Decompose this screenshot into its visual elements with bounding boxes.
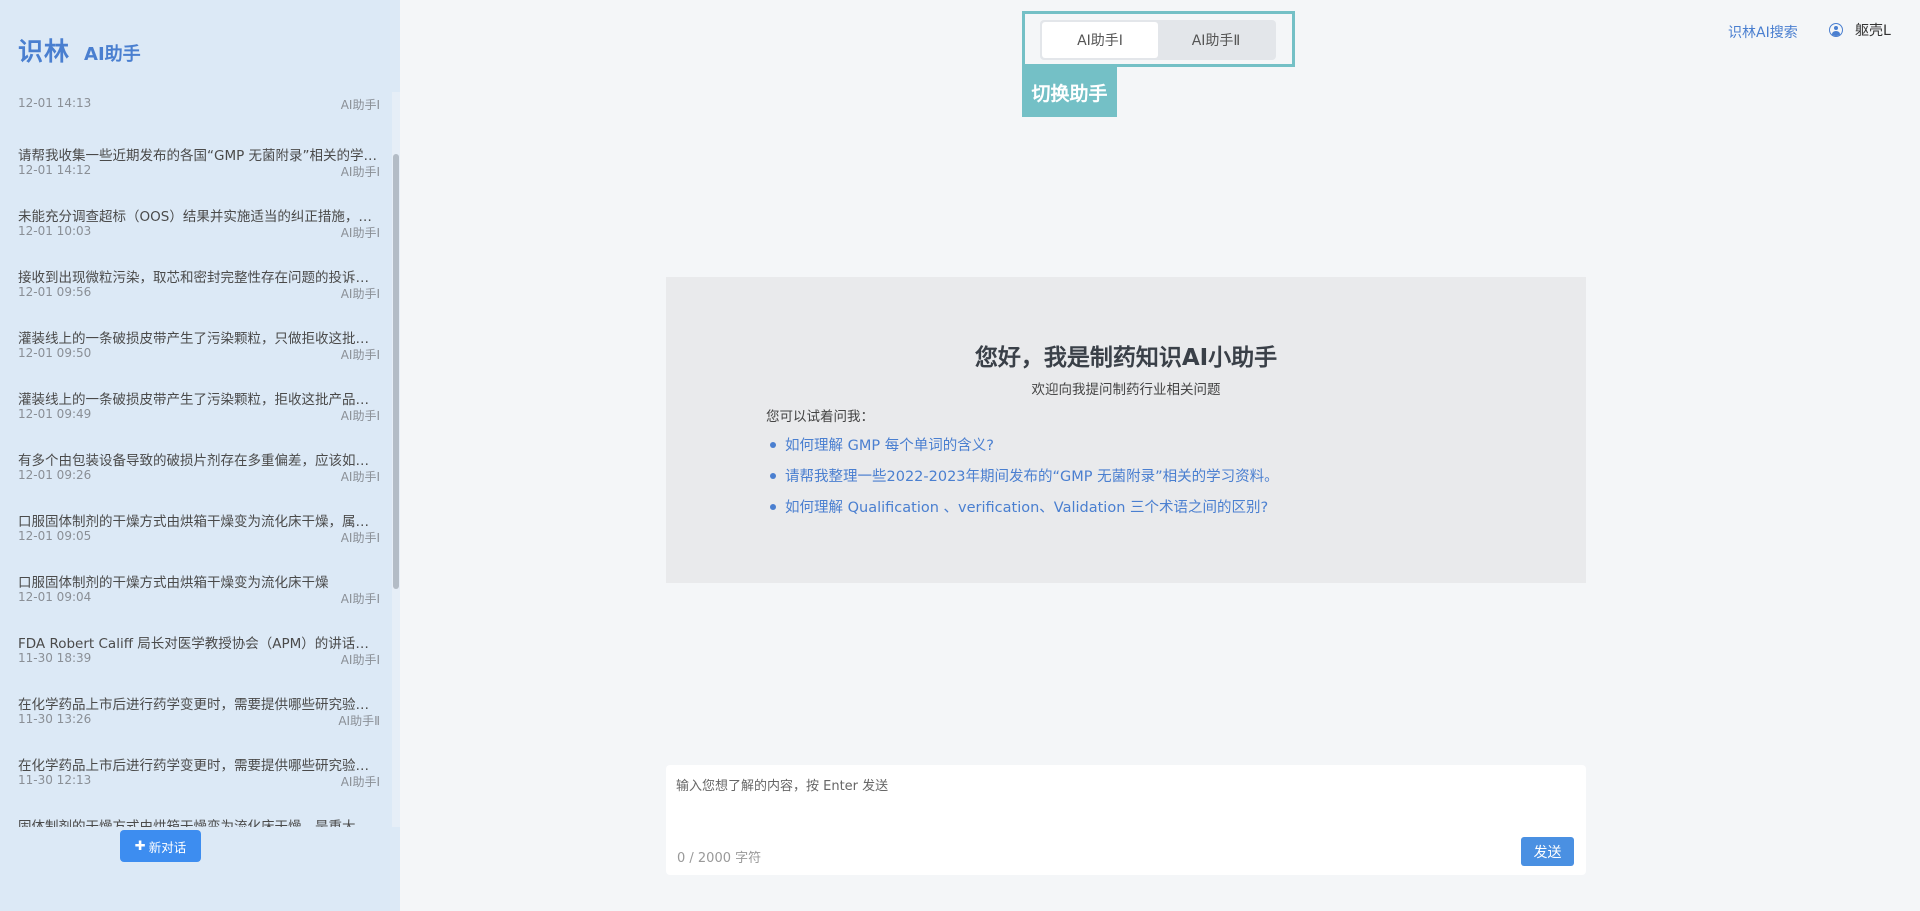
conversation-item[interactable]: 请帮我收集一些近期发布的各国“GMP 无菌附录”相关的学习资料 12-01 14… xyxy=(0,131,392,192)
switcher-annotation-label: 切换助手 xyxy=(1022,67,1117,117)
conversation-title: 在化学药品上市后进行药学变更时，需要提供哪些研究验证资料 xyxy=(18,758,380,774)
bullet-icon xyxy=(770,503,776,510)
username: 躯壳L xyxy=(1855,23,1891,39)
conversation-time: 12-01 14:13 xyxy=(18,96,92,110)
tab-assistant-1[interactable]: AI助手Ⅰ xyxy=(1042,22,1158,58)
conversation-item[interactable]: 口服固体制剂的干燥方式由烘箱干燥变为流化床干燥 12-01 09:04 AI助手… xyxy=(0,558,392,619)
conversation-assistant-tag: AI助手Ⅰ xyxy=(340,775,380,789)
conversation-time: 11-30 18:39 xyxy=(18,651,92,665)
welcome-card: 您好，我是制药知识AI小助手 欢迎向我提问制药行业相关问题 您可以试着问我： 如… xyxy=(666,277,1586,583)
new-chat-label: 新对话 xyxy=(148,839,187,855)
sidebar: 识林 AI助手 12-01 14:13 AI助手Ⅰ 请帮我收集一些近期发布的各国… xyxy=(0,0,400,911)
user-menu[interactable]: 躯壳L xyxy=(1829,20,1891,40)
conversation-time: 11-30 13:26 xyxy=(18,712,92,726)
conversation-time: 12-01 09:50 xyxy=(18,346,92,360)
assistant-switcher: AI助手Ⅰ AI助手Ⅱ xyxy=(1040,20,1276,60)
user-icon xyxy=(1829,23,1843,37)
send-button[interactable]: 发送 xyxy=(1521,837,1574,866)
try-asking-label: 您可以试着问我： xyxy=(766,409,874,425)
conversation-item[interactable]: 未能充分调查超标（OOS）结果并实施适当的纠正措施，该如何处理 12-01 10… xyxy=(0,192,392,253)
new-chat-button[interactable]: ✚ 新对话 xyxy=(120,830,201,862)
bullet-icon xyxy=(770,441,776,448)
conversation-item[interactable]: 灌装线上的一条破损皮带产生了污染颗粒，只做拒收这批产品是否足够 12-01 09… xyxy=(0,314,392,375)
welcome-subtitle: 欢迎向我提问制药行业相关问题 xyxy=(1031,382,1221,398)
suggested-question-text: 请帮我整理一些2022-2023年期间发布的“GMP 无菌附录”相关的学习资料。 xyxy=(785,469,1279,485)
conversation-title: 未能充分调查超标（OOS）结果并实施适当的纠正措施，该如何处理 xyxy=(18,209,380,225)
plus-icon: ✚ xyxy=(134,838,146,854)
conversation-time: 12-01 09:26 xyxy=(18,468,92,482)
conversation-history: 12-01 14:13 AI助手Ⅰ 请帮我收集一些近期发布的各国“GMP 无菌附… xyxy=(0,92,392,827)
suggested-question[interactable]: 请帮我整理一些2022-2023年期间发布的“GMP 无菌附录”相关的学习资料。 xyxy=(770,466,1279,485)
conversation-title: 固体制剂的干燥方式由烘箱干燥变为流化床干燥，是重大变更吗 xyxy=(18,819,380,827)
conversation-item[interactable]: 固体制剂的干燥方式由烘箱干燥变为流化床干燥，是重大变更吗 xyxy=(0,802,392,827)
conversation-title: 口服固体制剂的干燥方式由烘箱干燥变为流化床干燥 xyxy=(18,575,329,591)
char-counter: 0 / 2000 字符 xyxy=(677,851,762,866)
conversation-item[interactable]: 有多个由包装设备导致的破损片剂存在多重偏差，应该如何处理 12-01 09:26… xyxy=(0,436,392,497)
conversation-item[interactable]: 口服固体制剂的干燥方式由烘箱干燥变为流化床干燥，属于什么变更 12-01 09:… xyxy=(0,497,392,558)
conversation-assistant-tag: AI助手Ⅰ xyxy=(340,409,380,423)
tab-assistant-2[interactable]: AI助手Ⅱ xyxy=(1158,22,1274,58)
suggested-question-text: 如何理解 GMP 每个单词的含义? xyxy=(785,438,994,454)
conversation-assistant-tag: AI助手Ⅰ xyxy=(340,165,380,179)
history-scrollbar-thumb[interactable] xyxy=(393,154,399,589)
chat-input-box: 0 / 2000 字符 发送 xyxy=(666,765,1586,875)
conversation-item[interactable]: 接收到出现微粒污染，取芯和密封完整性存在问题的投诉，该如何处理 12-01 09… xyxy=(0,253,392,314)
conversation-assistant-tag: AI助手Ⅰ xyxy=(340,287,380,301)
assistant-switcher-highlight: AI助手Ⅰ AI助手Ⅱ xyxy=(1022,11,1295,67)
suggested-question[interactable]: 如何理解 GMP 每个单词的含义? xyxy=(770,435,1279,454)
conversation-time: 12-01 09:49 xyxy=(18,407,92,421)
conversation-item[interactable]: FDA Robert Califf 局长对医学教授协会（APM）的讲话要点 11… xyxy=(0,619,392,680)
conversation-assistant-tag: AI助手Ⅰ xyxy=(340,98,380,112)
brand-subtitle: AI助手 xyxy=(84,44,141,65)
suggested-questions: 如何理解 GMP 每个单词的含义? 请帮我整理一些2022-2023年期间发布的… xyxy=(770,435,1279,528)
conversation-item[interactable]: 12-01 14:13 AI助手Ⅰ xyxy=(0,92,392,131)
conversation-time: 11-30 12:13 xyxy=(18,773,92,787)
suggested-question[interactable]: 如何理解 Qualification 、verification、Validat… xyxy=(770,497,1279,516)
conversation-title: 灌装线上的一条破损皮带产生了污染颗粒，拒收这批产品后还需要做什么 xyxy=(18,392,380,408)
conversation-item[interactable]: 在化学药品上市后进行药学变更时，需要提供哪些研究验证资料 11-30 12:13… xyxy=(0,741,392,802)
conversation-assistant-tag: AI助手Ⅰ xyxy=(340,348,380,362)
conversation-title: 请帮我收集一些近期发布的各国“GMP 无菌附录”相关的学习资料 xyxy=(18,148,380,164)
conversation-assistant-tag: AI助手Ⅰ xyxy=(340,470,380,484)
suggested-question-text: 如何理解 Qualification 、verification、Validat… xyxy=(785,500,1269,516)
history-scrollbar[interactable] xyxy=(392,92,400,827)
conversation-time: 12-01 09:05 xyxy=(18,529,92,543)
brand-name: 识林 xyxy=(18,37,71,66)
conversation-assistant-tag: AI助手Ⅰ xyxy=(340,531,380,545)
conversation-item[interactable]: 灌装线上的一条破损皮带产生了污染颗粒，拒收这批产品后还需要做什么 12-01 0… xyxy=(0,375,392,436)
conversation-time: 12-01 14:12 xyxy=(18,163,92,177)
ai-search-link[interactable]: 识林AI搜索 xyxy=(1728,22,1798,42)
conversation-time: 12-01 09:04 xyxy=(18,590,92,604)
welcome-title: 您好，我是制药知识AI小助手 xyxy=(974,345,1278,371)
conversation-assistant-tag: AI助手Ⅰ xyxy=(340,653,380,667)
conversation-item[interactable]: 在化学药品上市后进行药学变更时，需要提供哪些研究验证资料 11-30 13:26… xyxy=(0,680,392,741)
conversation-assistant-tag: AI助手Ⅰ xyxy=(340,226,380,240)
conversation-assistant-tag: AI助手Ⅰ xyxy=(340,592,380,606)
bullet-icon xyxy=(770,472,776,479)
chat-input[interactable] xyxy=(676,775,1566,830)
conversation-title: 有多个由包装设备导致的破损片剂存在多重偏差，应该如何处理 xyxy=(18,453,380,469)
conversation-time: 12-01 10:03 xyxy=(18,224,92,238)
conversation-title: 灌装线上的一条破损皮带产生了污染颗粒，只做拒收这批产品是否足够 xyxy=(18,331,380,347)
brand-logo[interactable]: 识林 AI助手 xyxy=(18,32,141,68)
conversation-title: 在化学药品上市后进行药学变更时，需要提供哪些研究验证资料 xyxy=(18,697,380,713)
conversation-assistant-tag: AI助手Ⅱ xyxy=(338,714,380,728)
conversation-time: 12-01 09:56 xyxy=(18,285,92,299)
conversation-title: FDA Robert Califf 局长对医学教授协会（APM）的讲话要点 xyxy=(18,636,380,652)
conversation-title: 口服固体制剂的干燥方式由烘箱干燥变为流化床干燥，属于什么变更 xyxy=(18,514,380,530)
conversation-title: 接收到出现微粒污染，取芯和密封完整性存在问题的投诉，该如何处理 xyxy=(18,270,380,286)
